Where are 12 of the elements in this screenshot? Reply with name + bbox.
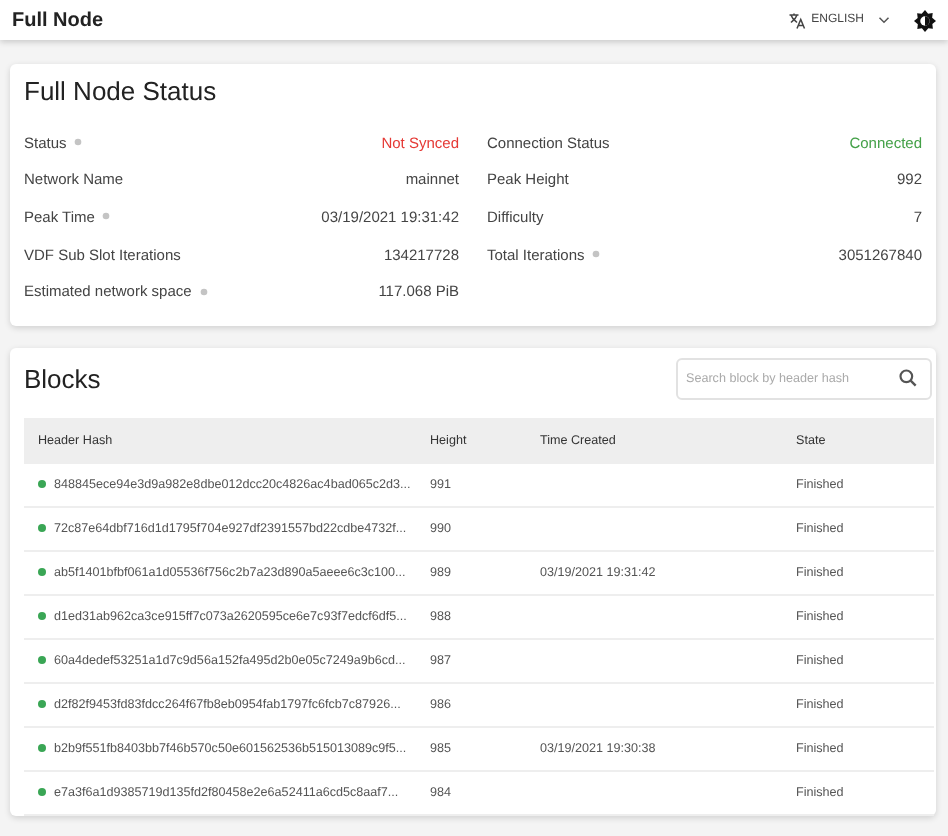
app-title: Full Node — [12, 9, 106, 31]
caret-icon — [878, 16, 890, 24]
help-icon[interactable] — [199, 287, 208, 296]
help-icon[interactable] — [74, 138, 83, 147]
search-icon[interactable] — [898, 368, 918, 389]
brightness-icon — [914, 9, 936, 31]
card-title: Full Node Status — [24, 76, 219, 106]
help-icon[interactable] — [592, 250, 601, 259]
translate-icon — [787, 11, 806, 29]
help-icon[interactable] — [102, 212, 111, 221]
theme-toggle[interactable] — [914, 9, 936, 31]
card-title: Blocks — [24, 363, 101, 394]
